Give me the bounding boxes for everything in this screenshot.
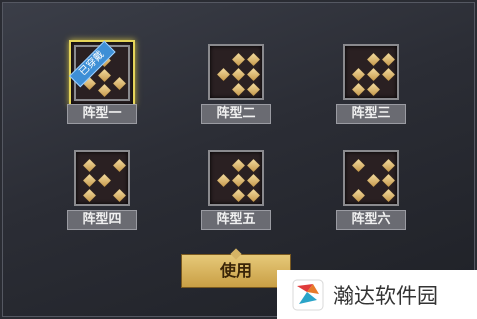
formation-piece-icon [352, 189, 365, 202]
formation-piece-icon [247, 68, 260, 81]
formation-piece-icon [247, 174, 260, 187]
formation-piece-icon [367, 53, 380, 66]
formation-card[interactable]: 阵型五 [201, 146, 271, 236]
formation-label: 阵型四 [67, 210, 137, 230]
formation-board[interactable] [208, 150, 264, 206]
formation-piece-icon [247, 159, 260, 172]
formation-label: 阵型二 [201, 104, 271, 124]
formation-board[interactable]: 已穿戴 [69, 40, 135, 106]
formation-board[interactable] [343, 150, 399, 206]
formation-piece-icon [113, 189, 126, 202]
formation-label: 阵型六 [336, 210, 406, 230]
formation-piece-icon [247, 189, 260, 202]
formation-label: 阵型一 [67, 104, 137, 124]
formation-card[interactable]: 阵型二 [201, 40, 271, 130]
formation-piece-icon [232, 159, 245, 172]
formation-piece-icon [382, 68, 395, 81]
formation-piece-icon [367, 174, 380, 187]
formation-piece-icon [247, 83, 260, 96]
formation-piece-icon [113, 159, 126, 172]
formation-piece-icon [367, 68, 380, 81]
watermark-logo-icon [292, 279, 324, 311]
formation-piece-icon [382, 53, 395, 66]
use-button[interactable]: 使用 [181, 248, 291, 288]
formation-piece-icon [217, 68, 230, 81]
formation-piece-icon [382, 174, 395, 187]
formation-piece-icon [367, 83, 380, 96]
formation-piece-icon [382, 159, 395, 172]
watermark-text: 瀚达软件园 [333, 284, 438, 308]
formation-piece-icon [232, 174, 245, 187]
formation-piece-icon [232, 68, 245, 81]
formation-piece-icon [352, 83, 365, 96]
formation-board[interactable] [343, 44, 399, 100]
formation-piece-icon [382, 189, 395, 202]
formation-board[interactable] [74, 150, 130, 206]
formation-label: 阵型三 [336, 104, 406, 124]
formation-piece-icon [232, 189, 245, 202]
formation-piece-icon [232, 83, 245, 96]
formation-piece-icon [83, 174, 96, 187]
formation-card[interactable]: 阵型三 [336, 40, 406, 130]
formation-label: 阵型五 [201, 210, 271, 230]
formation-board[interactable] [208, 44, 264, 100]
formation-piece-icon [352, 68, 365, 81]
formation-card[interactable]: 阵型四 [67, 146, 137, 236]
formation-piece-icon [98, 84, 111, 97]
formation-piece-icon [247, 53, 260, 66]
formation-piece-icon [83, 159, 96, 172]
formation-piece-icon [217, 174, 230, 187]
formation-card[interactable]: 阵型六 [336, 146, 406, 236]
formation-piece-icon [113, 76, 126, 90]
formation-piece-icon [98, 174, 111, 187]
formation-piece-icon [98, 69, 111, 82]
formation-piece-icon [83, 189, 96, 202]
watermark: 瀚达软件园 [277, 270, 477, 319]
formation-piece-icon [232, 53, 245, 66]
use-button-label: 使用 [219, 261, 252, 280]
formation-card[interactable]: 已穿戴 阵型一 [67, 40, 137, 130]
formation-piece-icon [352, 159, 365, 172]
